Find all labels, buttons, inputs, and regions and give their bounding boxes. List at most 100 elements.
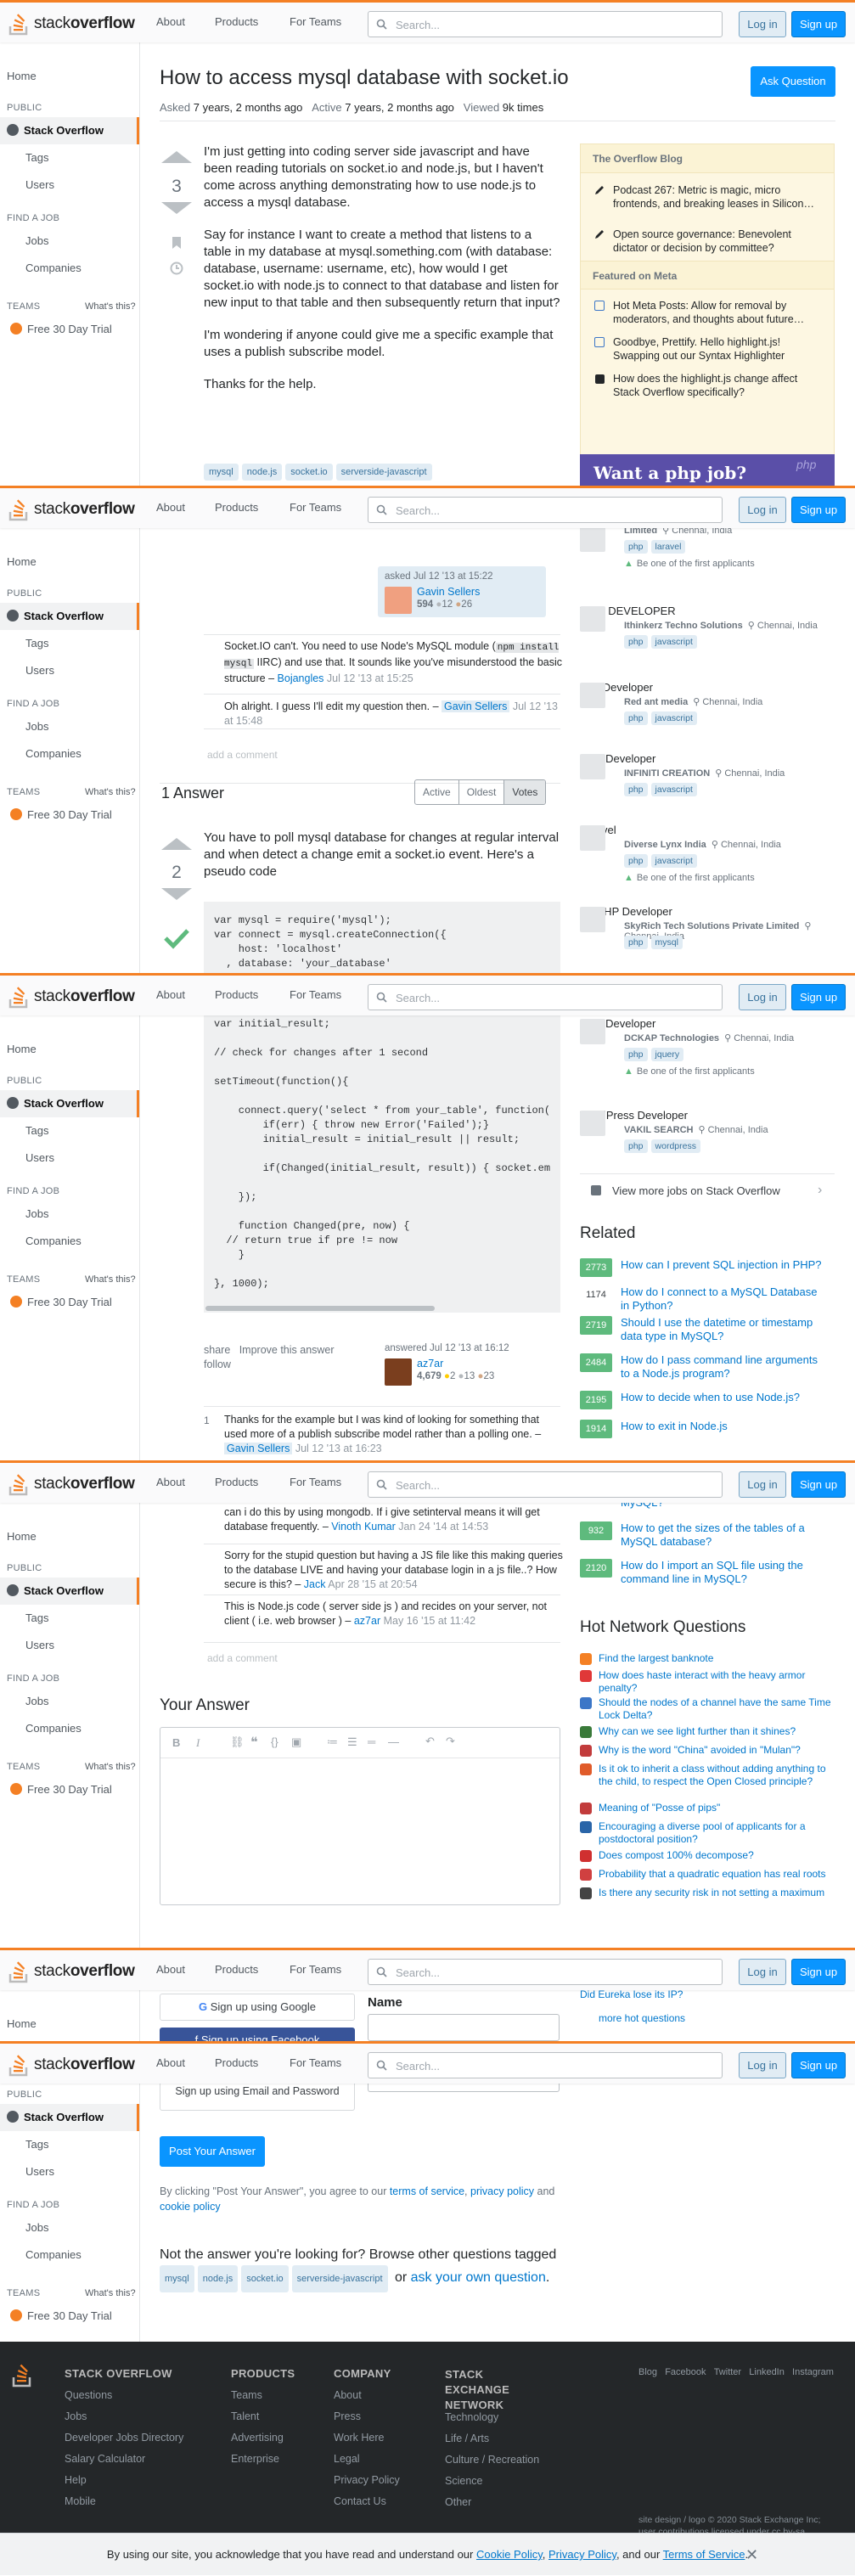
signup-email-button[interactable]: Sign up using Email and Password bbox=[160, 2084, 355, 2111]
tag-serverside-javascript[interactable]: serverside-javascript bbox=[291, 2265, 388, 2292]
job-tag[interactable]: php bbox=[624, 936, 648, 949]
footer-heading-stackoverflow[interactable]: STACK OVERFLOW bbox=[65, 2367, 172, 2380]
nav-products[interactable]: Products bbox=[215, 501, 258, 514]
footer-link[interactable]: Life / Arts bbox=[445, 2433, 489, 2444]
footer-link[interactable]: Work Here bbox=[334, 2432, 385, 2444]
sidebar-free-trial[interactable]: Free 30 Day Trial bbox=[10, 808, 112, 821]
sidebar-item-home[interactable]: Home bbox=[7, 70, 37, 82]
nav-products[interactable]: Products bbox=[215, 1963, 258, 1976]
tab-votes[interactable]: Votes bbox=[504, 780, 546, 804]
hot-question-title[interactable]: Meaning of "Posse of pips" bbox=[599, 1802, 720, 1814]
related-question[interactable]: 2195 How to decide when to use Node.js? bbox=[580, 1391, 835, 1409]
nav-for-teams[interactable]: For Teams bbox=[290, 1476, 341, 1488]
login-button[interactable]: Log in bbox=[739, 11, 786, 37]
job-tag[interactable]: javascript bbox=[650, 711, 697, 725]
italic-icon[interactable]: I bbox=[196, 1736, 200, 1750]
hot-question-title[interactable]: Why is the word "China" avoided in "Mula… bbox=[599, 1744, 801, 1756]
footer-link-twitter[interactable]: Twitter bbox=[714, 2367, 741, 2377]
comment-time[interactable]: May 16 '15 at 11:42 bbox=[384, 1615, 475, 1627]
downvote-icon[interactable] bbox=[161, 202, 192, 214]
comment-user[interactable]: Gavin Sellers bbox=[442, 700, 510, 712]
upvote-icon[interactable] bbox=[161, 838, 192, 850]
job-tag[interactable]: wordpress bbox=[650, 1139, 700, 1153]
code-scrollbar-thumb[interactable] bbox=[205, 1306, 435, 1311]
comment-time[interactable]: Jul 12 '13 at 16:23 bbox=[295, 1443, 382, 1454]
cookie-policy-link[interactable]: Cookie Policy bbox=[476, 2548, 543, 2561]
add-comment-link[interactable]: add a comment bbox=[207, 749, 278, 761]
search-input[interactable]: Search... bbox=[368, 11, 723, 37]
meta-item-1[interactable]: Hot Meta Posts: Allow for removal by mod… bbox=[613, 299, 817, 326]
comment-user[interactable]: Gavin Sellers bbox=[224, 1443, 293, 1454]
follow-link[interactable]: follow bbox=[204, 1358, 231, 1370]
related-title[interactable]: How do I pass command line arguments to … bbox=[621, 1353, 824, 1381]
sidebar-item-home[interactable]: Home bbox=[7, 555, 37, 568]
hot-question-title[interactable]: Should the nodes of a channel have the s… bbox=[599, 1696, 831, 1721]
login-button[interactable]: Log in bbox=[739, 2052, 786, 2078]
nav-about[interactable]: About bbox=[156, 988, 185, 1001]
bookmark-icon[interactable] bbox=[171, 236, 183, 250]
search-input[interactable]: Search... bbox=[368, 1471, 723, 1498]
blog-item-1[interactable]: Podcast 267: Metric is magic, micro fron… bbox=[613, 183, 817, 211]
related-title[interactable]: How to exit in Node.js bbox=[621, 1420, 824, 1433]
question-title[interactable]: How to access mysql database with socket… bbox=[160, 66, 569, 90]
nav-for-teams[interactable]: For Teams bbox=[290, 1963, 341, 1976]
cookie-policy-link[interactable]: cookie policy bbox=[160, 2201, 221, 2213]
footer-link[interactable]: Help bbox=[65, 2474, 87, 2486]
hot-network-question[interactable]: Should the nodes of a channel have the s… bbox=[580, 1696, 835, 1722]
hot-network-question[interactable]: Probability that a quadratic equation ha… bbox=[580, 1868, 835, 1881]
job-card[interactable]: Sr. PHP Developer SkyRich Tech Solutions … bbox=[580, 905, 835, 973]
sidebar-item-users[interactable]: Users bbox=[25, 1639, 54, 1651]
nav-for-teams[interactable]: For Teams bbox=[290, 2056, 341, 2069]
nav-for-teams[interactable]: For Teams bbox=[290, 15, 341, 28]
sidebar-item-tags[interactable]: Tags bbox=[25, 2138, 48, 2151]
comment-user[interactable]: az7ar bbox=[354, 1615, 380, 1627]
search-input[interactable]: Search... bbox=[368, 497, 723, 523]
hot-network-question[interactable]: Is it ok to inherit a class without addi… bbox=[580, 1763, 835, 1788]
comment-user[interactable]: Vinoth Kumar bbox=[331, 1521, 396, 1533]
footer-link[interactable]: Teams bbox=[231, 2389, 262, 2401]
sidebar-free-trial[interactable]: Free 30 Day Trial bbox=[10, 1783, 112, 1796]
footer-link[interactable]: Questions bbox=[65, 2389, 112, 2401]
bold-icon[interactable]: B bbox=[172, 1736, 180, 1749]
footer-link[interactable]: Mobile bbox=[65, 2495, 96, 2507]
code-scrollbar-track[interactable] bbox=[204, 1304, 560, 1313]
footer-link[interactable]: Salary Calculator bbox=[65, 2453, 145, 2465]
comment-user[interactable]: Bojangles bbox=[278, 672, 324, 684]
share-link[interactable]: share bbox=[204, 1344, 230, 1356]
history-icon[interactable] bbox=[170, 262, 183, 275]
related-title[interactable]: How to get the sizes of the tables of a … bbox=[621, 1521, 824, 1549]
footer-link[interactable]: Other bbox=[445, 2496, 471, 2508]
signup-facebook-button[interactable]: f Sign up using Facebook bbox=[160, 2028, 355, 2041]
horizontal-rule-icon[interactable]: — bbox=[388, 1735, 399, 1748]
view-more-jobs[interactable]: View more jobs on Stack Overflow › bbox=[580, 1173, 835, 1207]
tag-socketio[interactable]: socket.io bbox=[285, 464, 333, 481]
footer-heading-network[interactable]: STACK EXCHANGE NETWORK bbox=[445, 2367, 547, 2413]
downvote-icon[interactable] bbox=[161, 888, 192, 900]
footer-link[interactable]: About bbox=[334, 2389, 362, 2401]
sidebar-item-tags[interactable]: Tags bbox=[25, 1124, 48, 1137]
job-card[interactable]: WEB DEVELOPER Ithinkerz Techno Solutions ⚲… bbox=[580, 605, 835, 681]
related-question[interactable]: 2773 How can I prevent SQL injection in P… bbox=[580, 1258, 835, 1277]
hot-question-title[interactable]: Is it ok to inherit a class without addi… bbox=[599, 1763, 826, 1787]
blog-item-2[interactable]: Open source governance: Benevolent dicta… bbox=[613, 228, 817, 255]
sidebar-whats-this[interactable]: What's this? bbox=[85, 1274, 136, 1285]
login-button[interactable]: Log in bbox=[739, 497, 786, 523]
meta-item-2[interactable]: Goodbye, Prettify. Hello highlight.js! S… bbox=[613, 335, 817, 363]
job-tag[interactable]: laravel bbox=[650, 540, 686, 554]
sidebar-item-tags[interactable]: Tags bbox=[25, 151, 48, 164]
related-question[interactable]: 2484 How do I pass command line arguments… bbox=[580, 1353, 835, 1381]
terms-of-service-link[interactable]: Terms of Service bbox=[663, 2548, 745, 2561]
login-button[interactable]: Log in bbox=[739, 1471, 786, 1498]
footer-link[interactable]: Press bbox=[334, 2410, 361, 2422]
job-tag[interactable]: mysql bbox=[650, 936, 683, 949]
search-input[interactable]: Search... bbox=[368, 2052, 723, 2078]
sidebar-item-jobs[interactable]: Jobs bbox=[25, 1695, 48, 1707]
hot-network-question[interactable]: Why can we see light further than it shi… bbox=[580, 1725, 835, 1738]
nav-products[interactable]: Products bbox=[215, 1476, 258, 1488]
footer-link[interactable]: Jobs bbox=[65, 2410, 87, 2422]
tag-nodejs[interactable]: node.js bbox=[241, 464, 283, 481]
job-tag[interactable]: javascript bbox=[650, 635, 697, 649]
related-title[interactable]: How can I prevent SQL injection in PHP? bbox=[621, 1258, 824, 1272]
ask-question-button[interactable]: Ask Question bbox=[751, 66, 835, 97]
footer-link[interactable]: Talent bbox=[231, 2410, 259, 2422]
